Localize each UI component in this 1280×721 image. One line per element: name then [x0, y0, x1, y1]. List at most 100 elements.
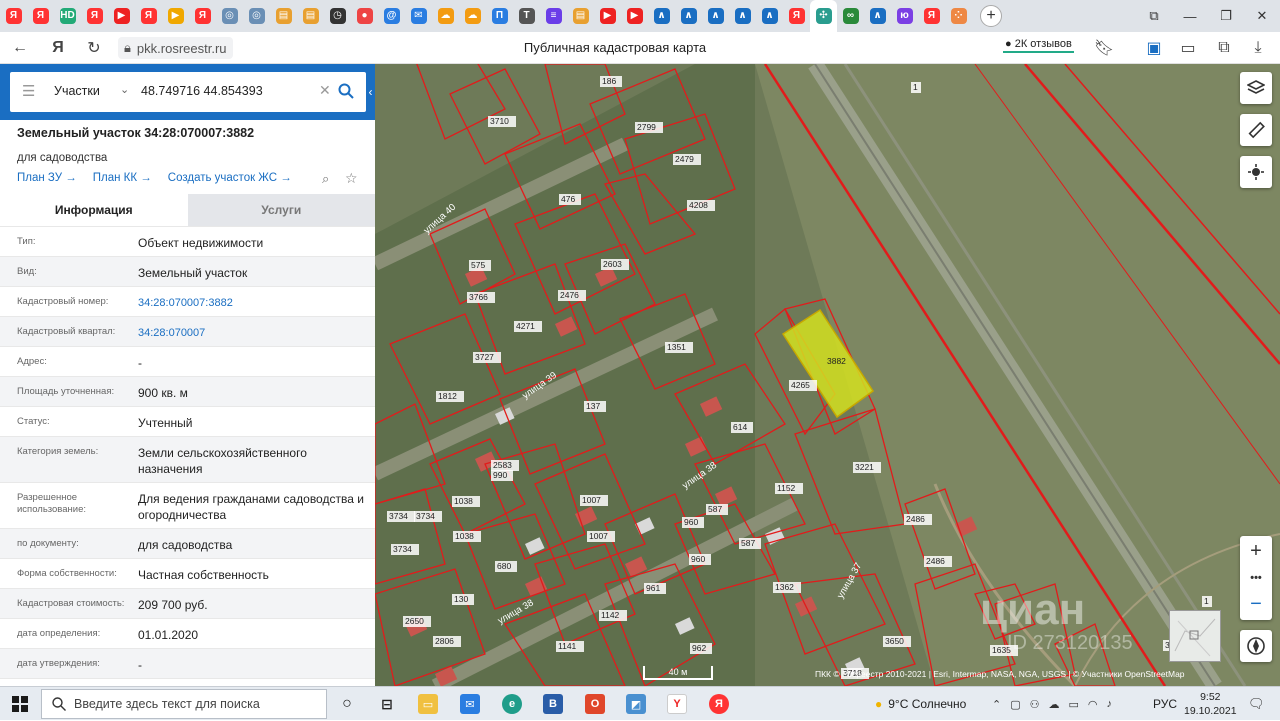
- tab-info[interactable]: Информация: [0, 194, 188, 226]
- search-input[interactable]: 48.749716 44.854393: [141, 84, 263, 98]
- chevron-down-icon[interactable]: ⌄: [120, 83, 129, 96]
- browser-tab[interactable]: ●: [351, 0, 378, 32]
- yandex-icon[interactable]: Я: [709, 694, 729, 714]
- browser-tab[interactable]: Π: [486, 0, 513, 32]
- browser-tab[interactable]: ☁: [459, 0, 486, 32]
- browser-tab[interactable]: ю: [891, 0, 918, 32]
- tab-search-icon[interactable]: ⧉: [1136, 0, 1172, 32]
- map-canvas[interactable]: 1 186 3710 2799 2479 4208 476 575 2603 3766 2476 42…: [375, 64, 1280, 686]
- browser-tab[interactable]: Я: [81, 0, 108, 32]
- link-plan-kk[interactable]: План КК →: [93, 172, 152, 184]
- yandex-home-button[interactable]: Я: [46, 37, 70, 59]
- downloads-icon[interactable]: ⤓: [1246, 37, 1270, 59]
- reviews-badge[interactable]: ● 2К отзывов: [1003, 38, 1074, 53]
- windows-start-icon[interactable]: [12, 696, 28, 712]
- link-plan-zu[interactable]: План ЗУ →: [17, 172, 77, 184]
- chat-icon[interactable]: ▢: [1010, 698, 1020, 711]
- volume-icon[interactable]: ♪: [1107, 698, 1113, 710]
- browser-tab[interactable]: ∧: [729, 0, 756, 32]
- menu-icon[interactable]: ☰: [22, 82, 35, 100]
- close-button[interactable]: ✕: [1244, 0, 1280, 32]
- taskbar-search-field[interactable]: Введите здесь текст для поиска: [41, 689, 327, 719]
- browser-tab[interactable]: ▶: [594, 0, 621, 32]
- crosshair-icon[interactable]: [1240, 156, 1272, 188]
- browser-tab[interactable]: ◎: [216, 0, 243, 32]
- chevron-up-icon[interactable]: ⌃: [992, 698, 1001, 711]
- browser-tab[interactable]: Я: [27, 0, 54, 32]
- yandex-browser-icon[interactable]: Y: [667, 694, 687, 714]
- browser-tab[interactable]: @: [378, 0, 405, 32]
- browser-tab[interactable]: T: [513, 0, 540, 32]
- link-create-parcel[interactable]: Создать участок ЖС →: [168, 172, 292, 184]
- cortana-icon[interactable]: ○: [337, 694, 357, 714]
- zoom-out-button[interactable]: −: [1250, 593, 1262, 616]
- collections-icon[interactable]: ▣: [1142, 37, 1166, 59]
- browser-tab[interactable]: HD: [54, 0, 81, 32]
- minimap[interactable]: [1169, 610, 1221, 662]
- info-row-link[interactable]: 34:28:070007: [138, 317, 375, 346]
- more-icon[interactable]: •••: [1250, 572, 1262, 584]
- photos-icon[interactable]: ◩: [626, 694, 646, 714]
- language-indicator[interactable]: РУС: [1153, 687, 1177, 721]
- task-view-icon[interactable]: ⊟: [377, 694, 397, 714]
- browser-tab[interactable]: ◷: [324, 0, 351, 32]
- zoom-to-icon[interactable]: ⌕: [322, 171, 329, 187]
- bookmark-icon[interactable]: 🔖︎: [1092, 37, 1116, 59]
- search-icon[interactable]: [338, 83, 354, 99]
- edge-icon[interactable]: e: [502, 694, 522, 714]
- extensions-icon[interactable]: ⧉: [1212, 37, 1236, 59]
- cadastral-map[interactable]: 1 186 3710 2799 2479 4208 476 575 2603 3766 2476 42…: [375, 64, 1280, 686]
- mail-icon[interactable]: ✉: [460, 694, 480, 714]
- browser-tab[interactable]: ∧: [702, 0, 729, 32]
- browser-tab[interactable]: ▶: [621, 0, 648, 32]
- browser-tab[interactable]: ▤: [297, 0, 324, 32]
- new-tab-button[interactable]: +: [980, 5, 1002, 27]
- browser-tab[interactable]: ⁘: [945, 0, 972, 32]
- browser-tab[interactable]: ▤: [567, 0, 594, 32]
- browser-tab[interactable]: ▶: [108, 0, 135, 32]
- ruler-icon[interactable]: [1240, 114, 1272, 146]
- browser-tab[interactable]: ∧: [675, 0, 702, 32]
- maximize-button[interactable]: ❐: [1208, 0, 1244, 32]
- notifications-icon[interactable]: 🗨︎: [1248, 696, 1265, 712]
- wifi-icon[interactable]: ◠: [1088, 698, 1098, 711]
- active-tab[interactable]: ✣: [810, 0, 837, 32]
- minimize-button[interactable]: —: [1172, 0, 1208, 32]
- info-row-link[interactable]: 34:28:070007:3882: [138, 287, 375, 316]
- battery-icon[interactable]: ▭: [1176, 37, 1200, 59]
- layers-icon[interactable]: [1240, 72, 1272, 104]
- zoom-in-button[interactable]: +: [1250, 540, 1262, 563]
- clear-icon[interactable]: ✕: [319, 82, 331, 99]
- clock[interactable]: 9:52 19.10.2021: [1184, 690, 1237, 718]
- cloud-icon[interactable]: ☁: [1049, 698, 1060, 711]
- layer-select[interactable]: Участки: [54, 84, 100, 98]
- file-explorer-icon[interactable]: ▭: [418, 694, 438, 714]
- back-button[interactable]: ←: [8, 37, 32, 59]
- browser-tab[interactable]: Я: [918, 0, 945, 32]
- browser-tab[interactable]: ∧: [756, 0, 783, 32]
- browser-tab[interactable]: ∧: [648, 0, 675, 32]
- browser-tab[interactable]: ∞: [837, 0, 864, 32]
- browser-tab[interactable]: ▤: [270, 0, 297, 32]
- weather-widget[interactable]: ● 9°C Солнечно: [875, 687, 966, 721]
- star-icon[interactable]: ☆: [345, 170, 358, 187]
- browser-tab[interactable]: ≡: [540, 0, 567, 32]
- browser-tab[interactable]: ▶: [162, 0, 189, 32]
- tab-services[interactable]: Услуги: [187, 194, 375, 226]
- url-field[interactable]: 🔒︎ pkk.rosreestr.ru: [118, 37, 233, 59]
- office-icon[interactable]: O: [585, 694, 605, 714]
- reload-button[interactable]: ↻: [82, 37, 106, 59]
- browser-tab[interactable]: Я: [135, 0, 162, 32]
- browser-tab[interactable]: ◎: [243, 0, 270, 32]
- collapse-panel-button[interactable]: ‹: [366, 72, 375, 112]
- browser-tab[interactable]: ∧: [864, 0, 891, 32]
- browser-tab[interactable]: Я: [189, 0, 216, 32]
- compass-icon[interactable]: [1240, 630, 1272, 662]
- vk-icon[interactable]: B: [543, 694, 563, 714]
- people-icon[interactable]: ⚇: [1030, 698, 1040, 711]
- browser-tab[interactable]: ☁: [432, 0, 459, 32]
- browser-tab[interactable]: ✉: [405, 0, 432, 32]
- browser-tab[interactable]: Я: [783, 0, 810, 32]
- browser-tab[interactable]: Я: [0, 0, 27, 32]
- battery-icon[interactable]: ▭: [1069, 698, 1079, 711]
